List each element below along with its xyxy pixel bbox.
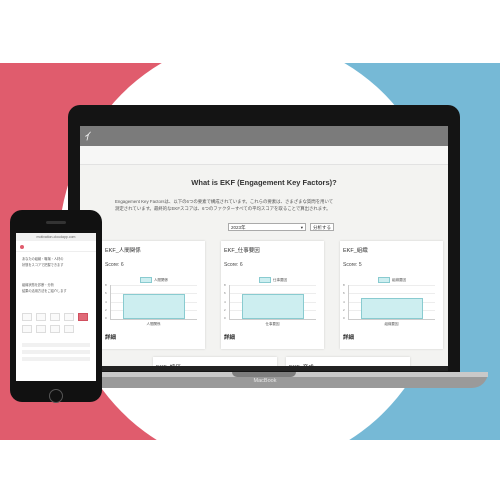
gridline [111, 285, 197, 286]
phone-text-3: 組織状態を診断・分析 [22, 283, 54, 287]
app-logo[interactable]: ｲ [84, 128, 90, 144]
ekf-card-organization: EKF_組織 Score: 5 組織要因 8 6 4 2 0 組織要因 詳細 [340, 241, 443, 349]
legend-swatch [259, 277, 271, 283]
y-tick-label: 8 [224, 283, 226, 287]
app-subheader [80, 146, 448, 165]
x-axis-label: 組織要因 [384, 322, 399, 326]
chevron-down-icon: ▾ [300, 225, 303, 230]
phone-list [22, 343, 90, 369]
y-tick-label: 4 [343, 300, 345, 304]
phone-nav-bar [16, 243, 96, 252]
app-header: ｲ [80, 126, 448, 146]
chart-bar[interactable] [242, 293, 304, 319]
phone-grid-cell[interactable] [64, 325, 74, 333]
phone-grid-cell[interactable] [36, 313, 46, 321]
card-score: Score: 6 [105, 262, 124, 268]
phone-grid-cell[interactable] [22, 313, 32, 321]
phone-url-bar[interactable]: motivation-cloudapp.com [16, 233, 96, 241]
y-tick-label: 0 [105, 316, 107, 320]
list-item[interactable] [22, 357, 90, 361]
intro-line-1: Engagement Key Factorsは、以下の6つの要素で構成されていま… [115, 199, 334, 204]
phone-grid-cell-active[interactable] [78, 313, 88, 321]
y-tick-label: 2 [343, 308, 345, 312]
card-score: Score: 5 [343, 262, 362, 268]
laptop-notch [232, 372, 296, 377]
y-tick-label: 2 [224, 308, 226, 312]
y-tick-label: 0 [343, 316, 345, 320]
chart-legend: 組織要因 [378, 277, 406, 283]
chart-bar[interactable] [123, 293, 185, 319]
legend-swatch [140, 277, 152, 283]
detail-link[interactable]: 詳細 [105, 333, 116, 341]
intro-line-2: 測定されています。最終的なEKFスコアは、6つのファクターすべての平均スコアを取… [115, 206, 331, 211]
x-axis-label: 人間関係 [146, 322, 161, 326]
legend-label: 人間関係 [154, 277, 168, 282]
y-tick-label: 4 [105, 300, 107, 304]
phone-speaker [46, 221, 66, 224]
y-tick-label: 8 [343, 283, 345, 287]
phone-text-1: あなたの組織・職場・人材の [22, 257, 64, 261]
bar-chart: 8 6 4 2 0 [343, 283, 435, 320]
chart-bar[interactable] [361, 297, 423, 319]
chart-legend: 仕事要因 [259, 277, 287, 283]
phone-grid-cell[interactable] [50, 313, 60, 321]
legend-label: 組織要因 [392, 277, 406, 282]
x-axis-label: 仕事要因 [265, 322, 280, 326]
legend-label: 仕事要因 [273, 277, 287, 282]
card-title: EKF_人間関係 [105, 248, 141, 254]
card-score: Score: 6 [224, 262, 243, 268]
y-tick-label: 4 [224, 300, 226, 304]
screen-bottom-edge [80, 366, 448, 371]
phone-home-button[interactable] [49, 389, 63, 403]
phone-screen: motivation-cloudapp.com あなたの組織・職場・人材の 状態… [16, 233, 96, 381]
chart-legend: 人間関係 [140, 277, 168, 283]
y-tick-label: 0 [224, 316, 226, 320]
laptop-screen: ｲ What is EKF (Engagement Key Factors)? … [80, 126, 448, 371]
phone-grid [22, 313, 90, 335]
analyze-button[interactable]: 分析する [310, 223, 334, 231]
ekf-card-work-factors: EKF_仕事要因 Score: 6 仕事要因 8 6 4 2 0 仕事要因 詳細 [221, 241, 324, 349]
phone-grid-cell[interactable] [36, 325, 46, 333]
phone-grid-cell[interactable] [22, 325, 32, 333]
page-title: What is EKF (Engagement Key Factors)? [191, 178, 337, 187]
bar-chart: 8 6 4 2 0 [224, 283, 316, 320]
y-tick-label: 6 [224, 291, 226, 295]
gridline [349, 293, 435, 294]
y-tick-label: 6 [343, 291, 345, 295]
bar-chart: 8 6 4 2 0 [105, 283, 197, 320]
list-item[interactable] [22, 343, 90, 347]
card-title: EKF_仕事要因 [224, 248, 260, 254]
y-tick-label: 6 [105, 291, 107, 295]
intro-text: Engagement Key Factorsは、以下の6つの要素で構成されていま… [115, 198, 415, 212]
list-item[interactable] [22, 350, 90, 354]
phone-text-2: 状態をスコアで把握できます [22, 263, 64, 267]
gridline [349, 285, 435, 286]
year-select-value: 2023年 [231, 225, 246, 230]
laptop-brand: MacBook [253, 378, 277, 384]
legend-swatch [378, 277, 390, 283]
phone-grid-cell[interactable] [50, 325, 60, 333]
phone-grid-cell[interactable] [64, 313, 74, 321]
detail-link[interactable]: 詳細 [343, 333, 354, 341]
card-title: EKF_組織 [343, 248, 368, 254]
phone-text-4: 結果の活用方法をご紹介します [22, 289, 67, 293]
y-tick-label: 2 [105, 308, 107, 312]
brand-dot-icon [20, 245, 24, 249]
detail-link[interactable]: 詳細 [224, 333, 235, 341]
ekf-card-relationships: EKF_人間関係 Score: 6 人間関係 8 6 4 2 0 人間関係 詳細 [102, 241, 205, 349]
y-tick-label: 8 [105, 283, 107, 287]
year-select[interactable]: 2023年 ▾ [228, 223, 306, 231]
gridline [230, 285, 316, 286]
